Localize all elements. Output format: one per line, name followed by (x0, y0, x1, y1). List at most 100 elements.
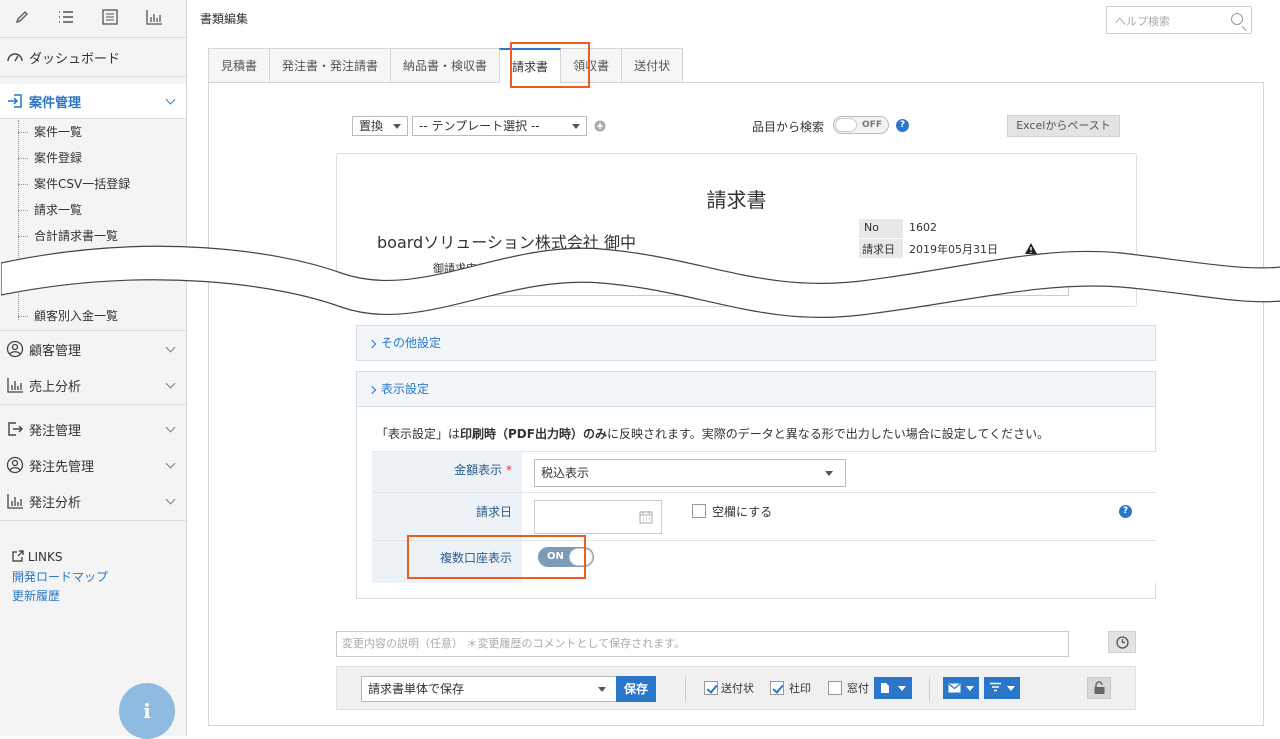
sidebar-item-sales-analysis[interactable]: 売上分析 (0, 368, 186, 402)
amount-display-select[interactable]: 税込表示 (534, 459, 846, 487)
list-icon[interactable] (44, 9, 88, 28)
document-list-icon[interactable] (88, 9, 132, 28)
sidebar-sub-case-csv[interactable]: 案件CSV一括登録 (18, 171, 184, 197)
amount-display-value: 税込表示 (541, 466, 590, 480)
filter-button[interactable] (984, 677, 1020, 699)
user-circle-icon (6, 340, 24, 358)
enter-icon (8, 94, 22, 108)
template-select[interactable]: -- テンプレート選択 -- (412, 116, 587, 136)
note-pre: 「表示設定」は (376, 427, 461, 441)
footer-bar: 請求書単体で保存 保存 送付状 社印 窓付 (336, 666, 1136, 710)
editor-panel: 置換 -- テンプレート選択 -- 品目から検索 OFF ? Excelからペー… (1, 82, 1280, 726)
window-envelope-label: 窓付 (847, 682, 869, 695)
unlock-icon (1094, 681, 1105, 694)
tab-estimate[interactable]: 見積書 (208, 48, 271, 82)
cover-letter-label: 送付状 (721, 682, 754, 695)
sidebar-item-label: ダッシュボード (29, 51, 121, 67)
excel-paste-button[interactable]: Excelからペースト (1007, 115, 1120, 137)
exit-icon (8, 422, 23, 436)
other-settings-accordion[interactable]: その他設定 (356, 325, 1156, 361)
replace-label: 置換 (359, 119, 384, 133)
seal-label: 社印 (789, 682, 811, 695)
toggle-state: OFF (862, 120, 882, 130)
window-envelope-checkbox[interactable] (828, 681, 842, 695)
replace-select[interactable]: 置換 (352, 116, 408, 136)
invoice-date-row: 請求日 空欄にする ? (372, 493, 1156, 541)
sidebar-item-dashboard[interactable]: ダッシュボード (0, 40, 186, 74)
seal-checkbox[interactable] (770, 681, 784, 695)
mail-icon (948, 683, 961, 693)
invoice-date-label: 請求日 (372, 493, 522, 540)
bar-chart-icon (7, 494, 23, 509)
item-search-toggle[interactable]: OFF (833, 116, 889, 134)
sidebar-item-label: 発注分析 (29, 495, 82, 511)
toggle-knob (835, 118, 857, 132)
pencil-icon[interactable] (0, 9, 44, 28)
sidebar: ダッシュボード 案件管理 案件一覧 案件登録 案件CSV一括登録 請求一覧 合計… (0, 0, 187, 739)
sidebar-item-order-analysis[interactable]: 発注分析 (0, 484, 186, 518)
note-post: に反映されます。実際のデータと異なる形で出力したい場合に設定してください。 (606, 427, 1050, 441)
sidebar-item-label: 顧客管理 (29, 343, 82, 359)
template-label: -- テンプレート選択 -- (419, 119, 540, 133)
doc-title: 請求書 (706, 188, 767, 212)
external-link-icon (12, 550, 24, 562)
screenshot-break (1, 245, 1280, 318)
cover-letter-checkbox[interactable] (704, 681, 718, 695)
item-search-label: 品目から検索 (752, 120, 825, 134)
calendar-icon[interactable] (639, 510, 653, 524)
help-search-placeholder: ヘルプ検索 (1115, 15, 1170, 28)
help-search-input[interactable]: ヘルプ検索 (1106, 6, 1252, 34)
blank-date-label: 空欄にする (712, 505, 773, 519)
chevron-down-icon (165, 378, 176, 389)
caret-down-icon (572, 124, 580, 129)
lock-button[interactable] (1087, 677, 1111, 699)
amount-label: 金額表示 (454, 463, 503, 477)
sidebar-item-supplier[interactable]: 発注先管理 (0, 448, 186, 482)
bar-chart-icon (7, 378, 23, 393)
chevron-down-icon (165, 94, 176, 105)
mail-button[interactable] (943, 677, 979, 699)
info-button[interactable]: i (119, 683, 175, 739)
caret-down-icon (1007, 686, 1015, 691)
chevron-down-icon (165, 342, 176, 353)
blank-date-checkbox[interactable] (692, 504, 706, 518)
clock-icon (1116, 636, 1129, 649)
page-title: 書類編集 (200, 12, 249, 26)
save-mode-value: 請求書単体で保存 (368, 682, 465, 696)
amount-label-cell: 金額表示 * (372, 452, 522, 492)
filter-icon (990, 682, 1001, 692)
sidebar-item-label: 発注先管理 (29, 459, 95, 475)
display-settings-accordion[interactable]: 表示設定 (356, 371, 1156, 407)
gauge-icon (7, 53, 23, 62)
sidebar-sub-invoice-list[interactable]: 請求一覧 (18, 197, 184, 223)
sidebar-sub-case-list[interactable]: 案件一覧 (18, 119, 184, 145)
links-heading: LINKS (12, 550, 63, 564)
search-icon (1231, 13, 1243, 25)
tab-delivery[interactable]: 納品書・検収書 (390, 48, 501, 82)
info-icon: i (143, 699, 151, 723)
help-icon[interactable]: ? (1119, 505, 1132, 518)
sidebar-sub-case-register[interactable]: 案件登録 (18, 145, 184, 171)
bar-chart-icon[interactable] (132, 9, 176, 28)
link-roadmap[interactable]: 開発ロードマップ (12, 568, 108, 585)
sidebar-item-order-mgmt[interactable]: 発注管理 (0, 412, 186, 446)
help-icon[interactable]: ? (896, 119, 909, 132)
sidebar-item-label: 案件管理 (29, 95, 82, 111)
tab-cover-letter[interactable]: 送付状 (621, 48, 684, 82)
link-changelog[interactable]: 更新履歴 (12, 587, 60, 604)
divider (929, 677, 930, 701)
change-comment-input[interactable]: 変更内容の説明（任意） ＊変更履歴のコメントとして保存されます。 (336, 631, 1069, 657)
add-circle-icon[interactable] (594, 120, 606, 132)
caret-down-icon (966, 686, 974, 691)
history-button[interactable] (1108, 631, 1136, 653)
pdf-download-button[interactable] (874, 677, 912, 699)
document-tabs: 見積書 発注書・発注請書 納品書・検収書 請求書 領収書 送付状 (208, 48, 684, 83)
sidebar-item-customer[interactable]: 顧客管理 (0, 332, 186, 366)
tab-order[interactable]: 発注書・発注請書 (269, 48, 392, 82)
save-button[interactable]: 保存 (616, 676, 656, 702)
caret-down-icon (898, 686, 906, 691)
sidebar-item-case-mgmt[interactable]: 案件管理 (0, 84, 186, 118)
display-settings-note: 「表示設定」は印刷時（PDF出力時）のみに反映されます。実際のデータと異なる形で… (376, 425, 1049, 442)
save-mode-select[interactable]: 請求書単体で保存 (361, 676, 617, 702)
invoice-date-input[interactable] (534, 500, 662, 534)
